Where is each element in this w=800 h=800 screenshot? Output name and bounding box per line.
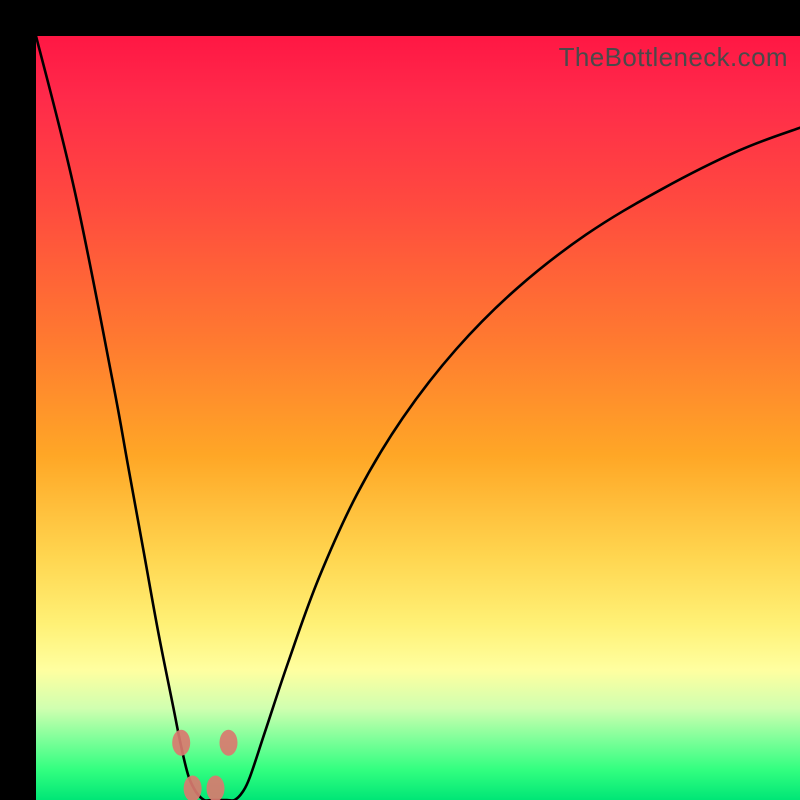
curve-markers bbox=[172, 730, 237, 800]
plot-area: TheBottleneck.com bbox=[36, 36, 800, 800]
curve-marker bbox=[220, 730, 238, 756]
bottleneck-chart bbox=[36, 36, 800, 800]
curve-marker bbox=[184, 776, 202, 800]
curve-marker bbox=[172, 730, 190, 756]
curve-marker bbox=[207, 776, 225, 800]
bottleneck-curve bbox=[36, 36, 800, 800]
